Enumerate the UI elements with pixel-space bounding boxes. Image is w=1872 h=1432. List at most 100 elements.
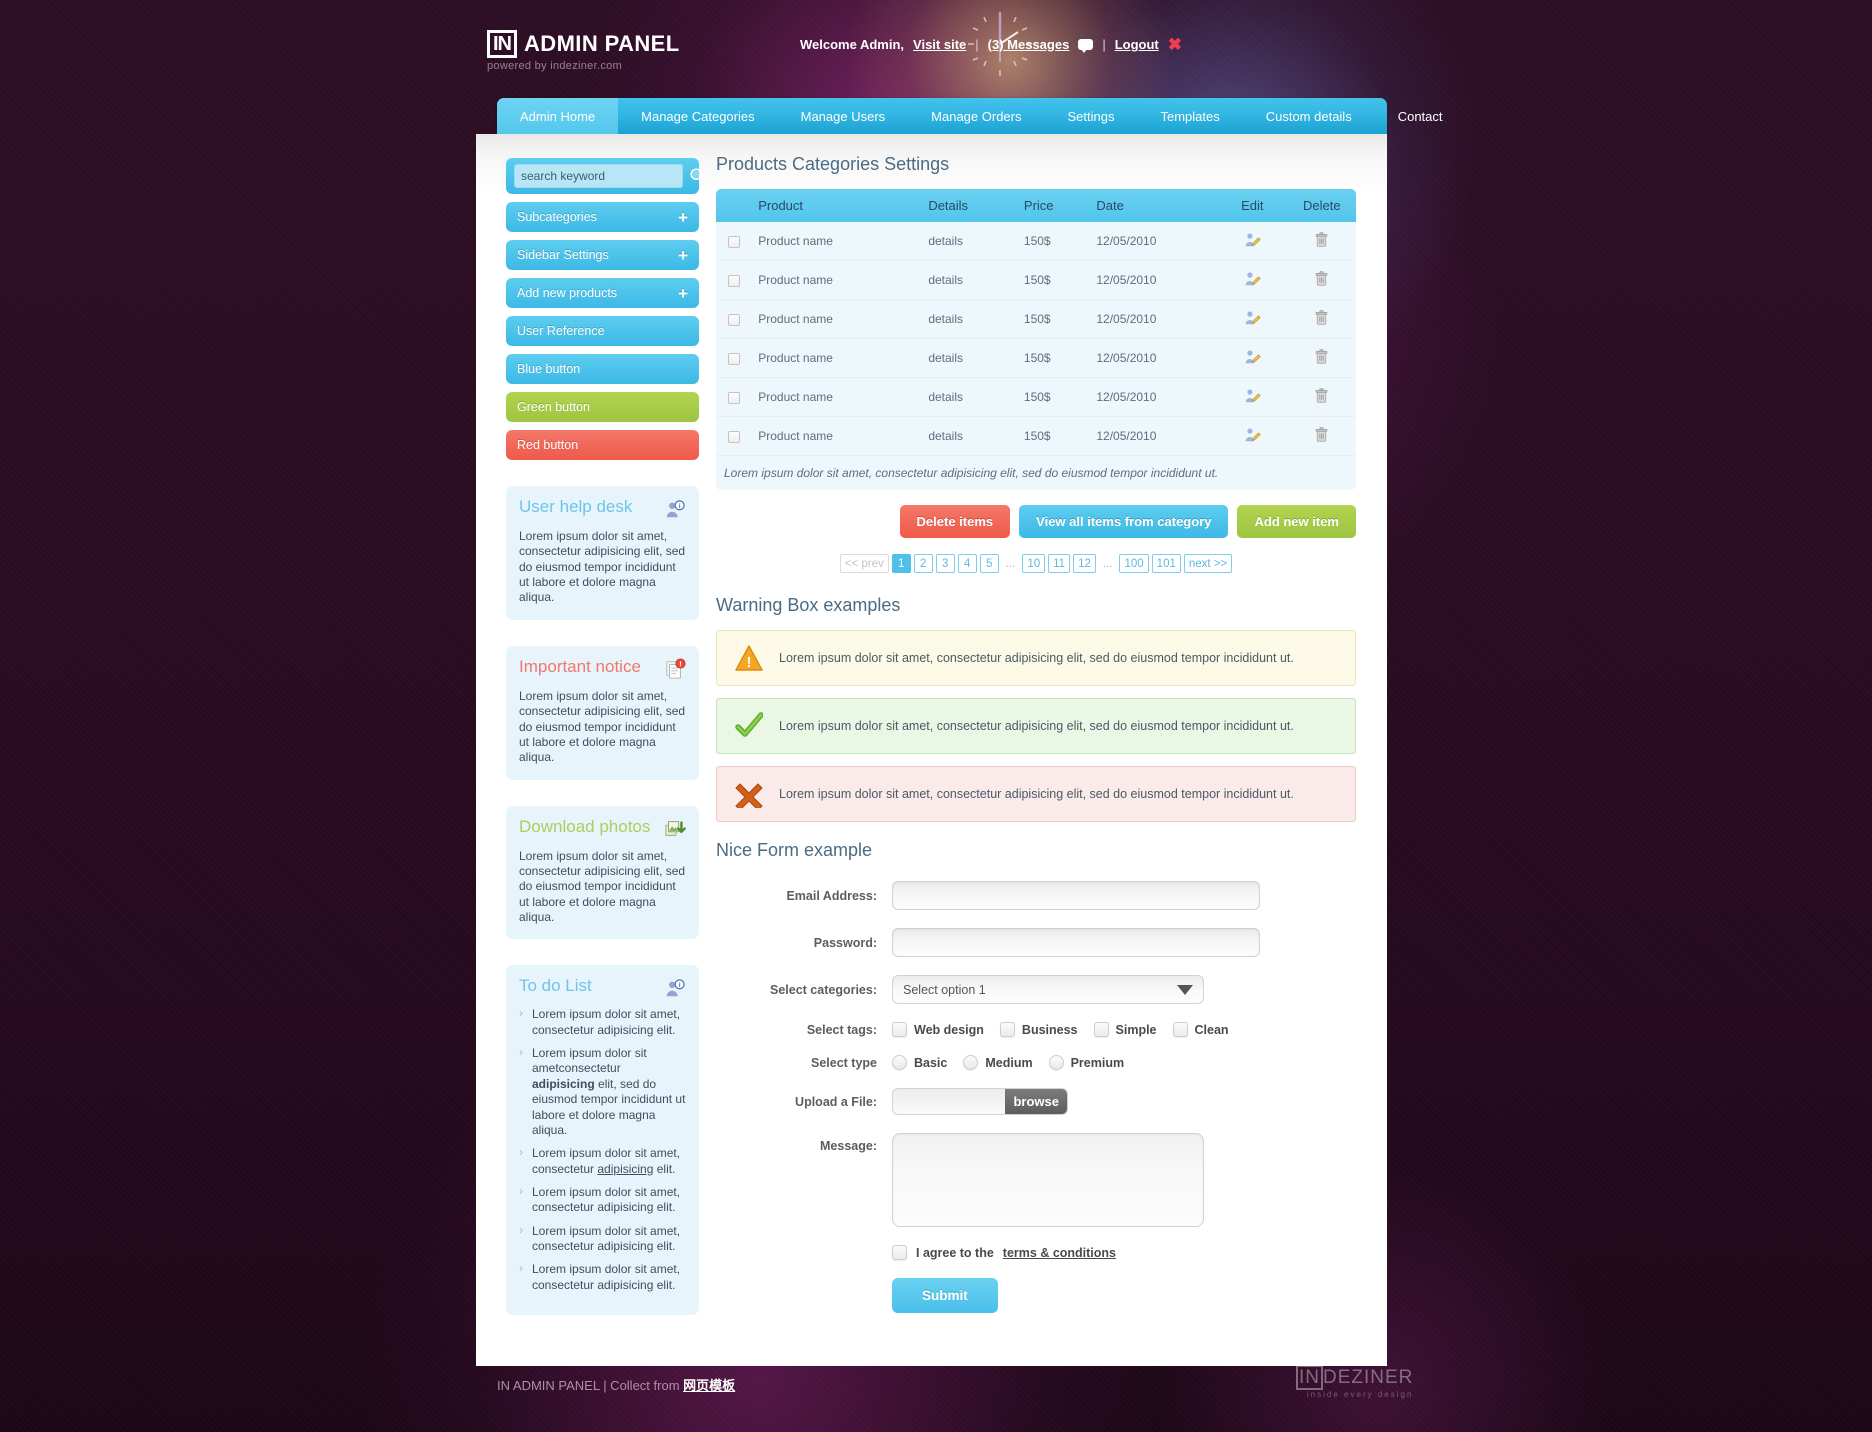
row-checkbox[interactable]: [728, 352, 741, 365]
message-textarea[interactable]: [892, 1133, 1204, 1227]
sidebar-item-red-button[interactable]: Red button: [506, 430, 699, 460]
tag-option-simple[interactable]: Simple: [1093, 1022, 1157, 1037]
submit-button[interactable]: Submit: [892, 1278, 998, 1313]
page-link-5[interactable]: 5: [979, 554, 999, 573]
nav-tab-manage-categories[interactable]: Manage Categories: [618, 98, 777, 134]
nav-tab-templates[interactable]: Templates: [1137, 98, 1242, 134]
page-link-next[interactable]: next >>: [1183, 554, 1233, 573]
row-checkbox[interactable]: [728, 430, 741, 443]
sidebar-item-subcategories[interactable]: Subcategories +: [506, 202, 699, 232]
page-link-12[interactable]: 12: [1073, 554, 1096, 573]
upload-label: Upload a File:: [795, 1094, 877, 1109]
page-link-11[interactable]: 11: [1048, 554, 1071, 573]
search-input[interactable]: [514, 164, 683, 188]
sidebar-item-add-new-products[interactable]: Add new products +: [506, 278, 699, 308]
view-all-items-button[interactable]: View all items from category: [1019, 505, 1229, 538]
browse-button[interactable]: browse: [1005, 1089, 1067, 1114]
delete-items-button[interactable]: Delete items: [899, 505, 1011, 538]
site-logo[interactable]: IN ADMIN PANEL powered by indeziner.com: [487, 30, 680, 72]
nav-tab-admin-home[interactable]: Admin Home: [497, 98, 619, 134]
trash-icon[interactable]: [1313, 309, 1330, 326]
trash-icon[interactable]: [1313, 426, 1330, 443]
page-link-101[interactable]: 101: [1151, 554, 1181, 573]
add-new-item-button[interactable]: Add new item: [1237, 505, 1356, 538]
type-option-basic[interactable]: Basic: [892, 1055, 947, 1070]
edit-icon[interactable]: [1244, 387, 1261, 404]
nav-tab-manage-users[interactable]: Manage Users: [778, 98, 909, 134]
plus-icon[interactable]: +: [678, 285, 688, 302]
plus-icon[interactable]: +: [678, 247, 688, 264]
email-field[interactable]: [892, 881, 1260, 910]
page-link-100[interactable]: 100: [1119, 554, 1149, 573]
search-icon[interactable]: [689, 167, 707, 185]
trash-icon[interactable]: [1313, 348, 1330, 365]
type-option-medium[interactable]: Medium: [963, 1055, 1033, 1070]
sidebar-item-user-reference[interactable]: User Reference: [506, 316, 699, 346]
tag-checkbox[interactable]: [999, 1022, 1015, 1037]
page-link-1[interactable]: 1: [891, 554, 911, 573]
edit-icon[interactable]: [1244, 426, 1261, 443]
row-checkbox[interactable]: [728, 391, 741, 404]
page-link-3[interactable]: 3: [935, 554, 955, 573]
nav-tab-custom-details[interactable]: Custom details: [1243, 98, 1375, 134]
sidebar-item-green-button[interactable]: Green button: [506, 392, 699, 422]
edit-icon[interactable]: [1244, 348, 1261, 365]
visit-site-link[interactable]: Visit site: [913, 37, 966, 52]
row-checkbox[interactable]: [728, 235, 741, 248]
sidebar-item-blue-button[interactable]: Blue button: [506, 354, 699, 384]
tag-checkbox[interactable]: [1172, 1022, 1188, 1037]
sidebar-item-sidebar-settings[interactable]: Sidebar Settings +: [506, 240, 699, 270]
delete-cell[interactable]: [1287, 222, 1356, 261]
row-checkbox[interactable]: [728, 313, 741, 326]
agree-checkbox[interactable]: [892, 1245, 907, 1260]
page-link-10[interactable]: 10: [1022, 554, 1046, 573]
tag-checkbox[interactable]: [1093, 1022, 1109, 1037]
tag-option-clean[interactable]: Clean: [1172, 1022, 1229, 1037]
edit-cell[interactable]: [1217, 377, 1288, 417]
password-field[interactable]: [892, 928, 1260, 957]
tag-checkbox[interactable]: [892, 1022, 907, 1037]
price-cell: 150$: [1023, 377, 1097, 417]
type-option-premium[interactable]: Premium: [1048, 1055, 1124, 1070]
tag-option-web-design[interactable]: Web design: [892, 1022, 984, 1037]
trash-icon[interactable]: [1313, 231, 1330, 248]
close-x-icon[interactable]: ✖: [1168, 36, 1182, 53]
edit-icon[interactable]: [1244, 270, 1261, 287]
terms-conditions-link[interactable]: terms & conditions: [1003, 1246, 1116, 1260]
page-link-2[interactable]: 2: [913, 554, 933, 573]
edit-cell[interactable]: [1217, 338, 1288, 378]
type-radio[interactable]: [963, 1055, 979, 1070]
footer-credit-link[interactable]: 网页模板: [683, 1378, 735, 1393]
type-radio[interactable]: [1048, 1055, 1064, 1070]
trash-icon[interactable]: [1313, 387, 1330, 404]
delete-cell[interactable]: [1287, 416, 1356, 456]
categories-select[interactable]: Select option 1: [892, 975, 1204, 1004]
logout-link[interactable]: Logout: [1115, 37, 1159, 52]
trash-icon[interactable]: [1313, 270, 1330, 287]
delete-cell[interactable]: [1287, 299, 1356, 339]
nav-tab-contact[interactable]: Contact: [1375, 98, 1466, 134]
page-link-prev: << prev: [839, 554, 889, 573]
todo-link[interactable]: adipisicing: [597, 1162, 653, 1176]
edit-cell[interactable]: [1217, 260, 1288, 300]
sidebar-item-label: User Reference: [517, 324, 605, 338]
type-radio[interactable]: [892, 1055, 907, 1070]
edit-cell[interactable]: [1217, 416, 1288, 456]
file-path-field[interactable]: [893, 1089, 1005, 1114]
edit-icon[interactable]: [1244, 309, 1261, 326]
nav-tab-manage-orders[interactable]: Manage Orders: [908, 98, 1044, 134]
row-checkbox[interactable]: [728, 274, 741, 287]
edit-cell[interactable]: [1217, 222, 1288, 261]
page-link-4[interactable]: 4: [957, 554, 977, 573]
nav-tab-settings[interactable]: Settings: [1044, 98, 1137, 134]
tag-option-business[interactable]: Business: [999, 1022, 1078, 1037]
file-upload-control[interactable]: browse: [892, 1088, 1068, 1115]
delete-cell[interactable]: [1287, 338, 1356, 378]
details-cell: details: [928, 260, 1024, 300]
messages-link[interactable]: (3) Messages: [988, 37, 1070, 52]
edit-cell[interactable]: [1217, 299, 1288, 339]
delete-cell[interactable]: [1287, 260, 1356, 300]
plus-icon[interactable]: +: [678, 209, 688, 226]
delete-cell[interactable]: [1287, 377, 1356, 417]
edit-icon[interactable]: [1244, 231, 1261, 248]
